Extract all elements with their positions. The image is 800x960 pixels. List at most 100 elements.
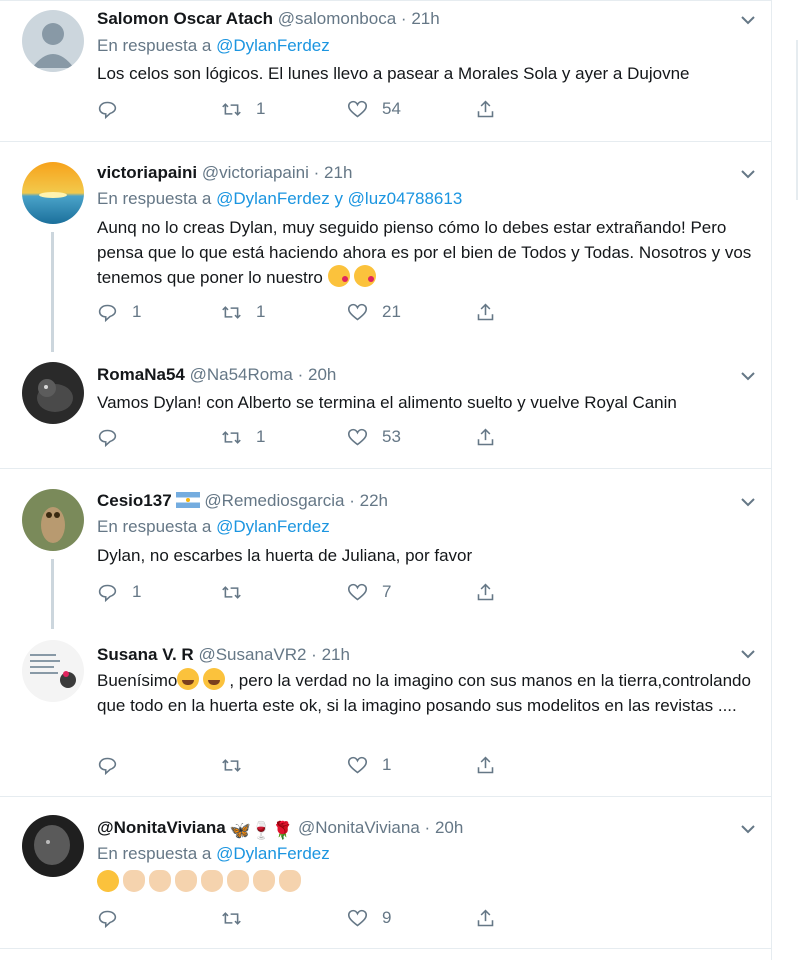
- user-name[interactable]: Salomon Oscar Atach: [97, 9, 273, 28]
- user-handle[interactable]: @Remediosgarcia: [204, 491, 344, 510]
- reply-button[interactable]: [97, 906, 132, 930]
- like-button[interactable]: 21: [347, 300, 401, 324]
- tweet-actions: 1 7: [97, 580, 517, 604]
- share-button[interactable]: [475, 753, 496, 777]
- user-handle[interactable]: @NonitaViviana: [298, 818, 420, 837]
- retweet-count: 1: [256, 302, 266, 321]
- reply-context: En respuesta a @DylanFerdez y @luz047886…: [97, 188, 462, 210]
- reply-count: 1: [132, 582, 142, 601]
- reply-context: En respuesta a @DylanFerdez: [97, 843, 330, 865]
- thread-line: [51, 232, 54, 352]
- share-button[interactable]: [475, 97, 496, 121]
- reply-prefix: En respuesta a: [97, 517, 212, 536]
- user-name[interactable]: victoriapaini: [97, 163, 197, 182]
- reply-button[interactable]: [97, 97, 132, 121]
- avatar[interactable]: [22, 640, 84, 702]
- user-name[interactable]: Susana V. R: [97, 645, 194, 664]
- reply-mention-link[interactable]: @DylanFerdez y @luz04788613: [216, 189, 462, 208]
- reply-mention-link[interactable]: @DylanFerdez: [216, 844, 330, 863]
- timestamp[interactable]: 20h: [308, 365, 336, 384]
- like-button[interactable]: 7: [347, 580, 391, 604]
- retweet-button[interactable]: [221, 580, 256, 604]
- timestamp[interactable]: 22h: [360, 491, 388, 510]
- chevron-down-icon[interactable]: [738, 10, 758, 30]
- tweet-header: Susana V. R @SusanaVR2 · 21h: [97, 644, 350, 666]
- chevron-down-icon[interactable]: [738, 492, 758, 512]
- clap-emoji-icon: [175, 870, 197, 892]
- like-button[interactable]: 9: [347, 906, 391, 930]
- user-handle[interactable]: @Na54Roma: [190, 365, 293, 384]
- reply-context: En respuesta a @DylanFerdez: [97, 516, 330, 538]
- chevron-down-icon[interactable]: [738, 819, 758, 839]
- share-icon: [477, 100, 494, 117]
- user-name[interactable]: RomaNa54: [97, 365, 185, 384]
- retweet-icon: [222, 102, 241, 116]
- thread-line: [51, 559, 54, 629]
- clap-emoji-icon: [253, 870, 275, 892]
- tweet-header: Cesio137 @Remediosgarcia · 22h: [97, 490, 388, 512]
- retweet-button[interactable]: 1: [221, 300, 265, 324]
- user-handle[interactable]: @salomonboca: [278, 9, 396, 28]
- share-button[interactable]: [475, 425, 496, 449]
- share-icon: [477, 303, 494, 320]
- like-button[interactable]: 54: [347, 97, 401, 121]
- tweet-actions: 1 54: [97, 97, 517, 121]
- timestamp[interactable]: 21h: [411, 9, 439, 28]
- reply-button[interactable]: [97, 753, 132, 777]
- chevron-down-icon[interactable]: [738, 366, 758, 386]
- separator-dot: ·: [400, 9, 407, 28]
- like-button[interactable]: 53: [347, 425, 401, 449]
- like-button[interactable]: 1: [347, 753, 391, 777]
- retweet-icon: [222, 758, 241, 772]
- avatar[interactable]: [22, 162, 84, 224]
- chevron-down-icon[interactable]: [738, 644, 758, 664]
- separator: [0, 468, 771, 469]
- heart-icon: [347, 756, 368, 773]
- user-handle[interactable]: @SusanaVR2: [198, 645, 306, 664]
- chevron-down-icon[interactable]: [738, 164, 758, 184]
- tweet-text-start: Buenísimo: [97, 671, 178, 690]
- tweet-text: Vamos Dylan! con Alberto se termina el a…: [97, 393, 677, 412]
- separator-dot: ·: [311, 645, 317, 664]
- reply-mention-link[interactable]: @DylanFerdez: [216, 517, 330, 536]
- clap-emoji-icon: [201, 870, 223, 892]
- clap-emoji-icon: [149, 870, 171, 892]
- heart-icon: [347, 583, 368, 600]
- reply-button[interactable]: 1: [97, 300, 141, 324]
- tweet-actions: 1: [97, 753, 517, 777]
- reply-mention-link[interactable]: @DylanFerdez: [216, 36, 330, 55]
- avatar[interactable]: [22, 815, 84, 877]
- share-button[interactable]: [475, 580, 496, 604]
- avatar[interactable]: [22, 489, 84, 551]
- reply-prefix: En respuesta a: [97, 189, 212, 208]
- avatar[interactable]: [22, 10, 84, 72]
- separator: [0, 948, 771, 949]
- right-column-edge: [796, 40, 798, 200]
- user-name[interactable]: Cesio137: [97, 491, 172, 510]
- retweet-button[interactable]: 1: [221, 97, 265, 121]
- retweet-button[interactable]: [221, 753, 256, 777]
- user-handle[interactable]: @victoriapaini: [202, 163, 309, 182]
- share-button[interactable]: [475, 300, 496, 324]
- share-icon: [477, 428, 494, 445]
- tweet-actions: 1 1 21: [97, 300, 517, 324]
- like-count: 1: [382, 755, 392, 774]
- tweet-text: Aunq no lo creas Dylan, muy seguido pien…: [97, 215, 757, 290]
- user-name[interactable]: @NonitaViviana: [97, 818, 226, 837]
- tweet-actions: 9: [97, 906, 517, 930]
- kiss-emoji-icon: [327, 265, 350, 287]
- retweet-button[interactable]: 1: [221, 425, 265, 449]
- share-icon: [477, 756, 494, 773]
- separator-dot: ·: [349, 491, 355, 510]
- heart-icon: [347, 909, 368, 926]
- clap-emoji-icon: [123, 870, 145, 892]
- reply-button[interactable]: 1: [97, 580, 141, 604]
- share-button[interactable]: [475, 906, 496, 930]
- heart-icon: [347, 100, 368, 117]
- timestamp[interactable]: 21h: [322, 645, 350, 664]
- reply-button[interactable]: [97, 425, 132, 449]
- timestamp[interactable]: 21h: [324, 163, 352, 182]
- timestamp[interactable]: 20h: [435, 818, 463, 837]
- avatar[interactable]: [22, 362, 84, 424]
- retweet-button[interactable]: [221, 906, 256, 930]
